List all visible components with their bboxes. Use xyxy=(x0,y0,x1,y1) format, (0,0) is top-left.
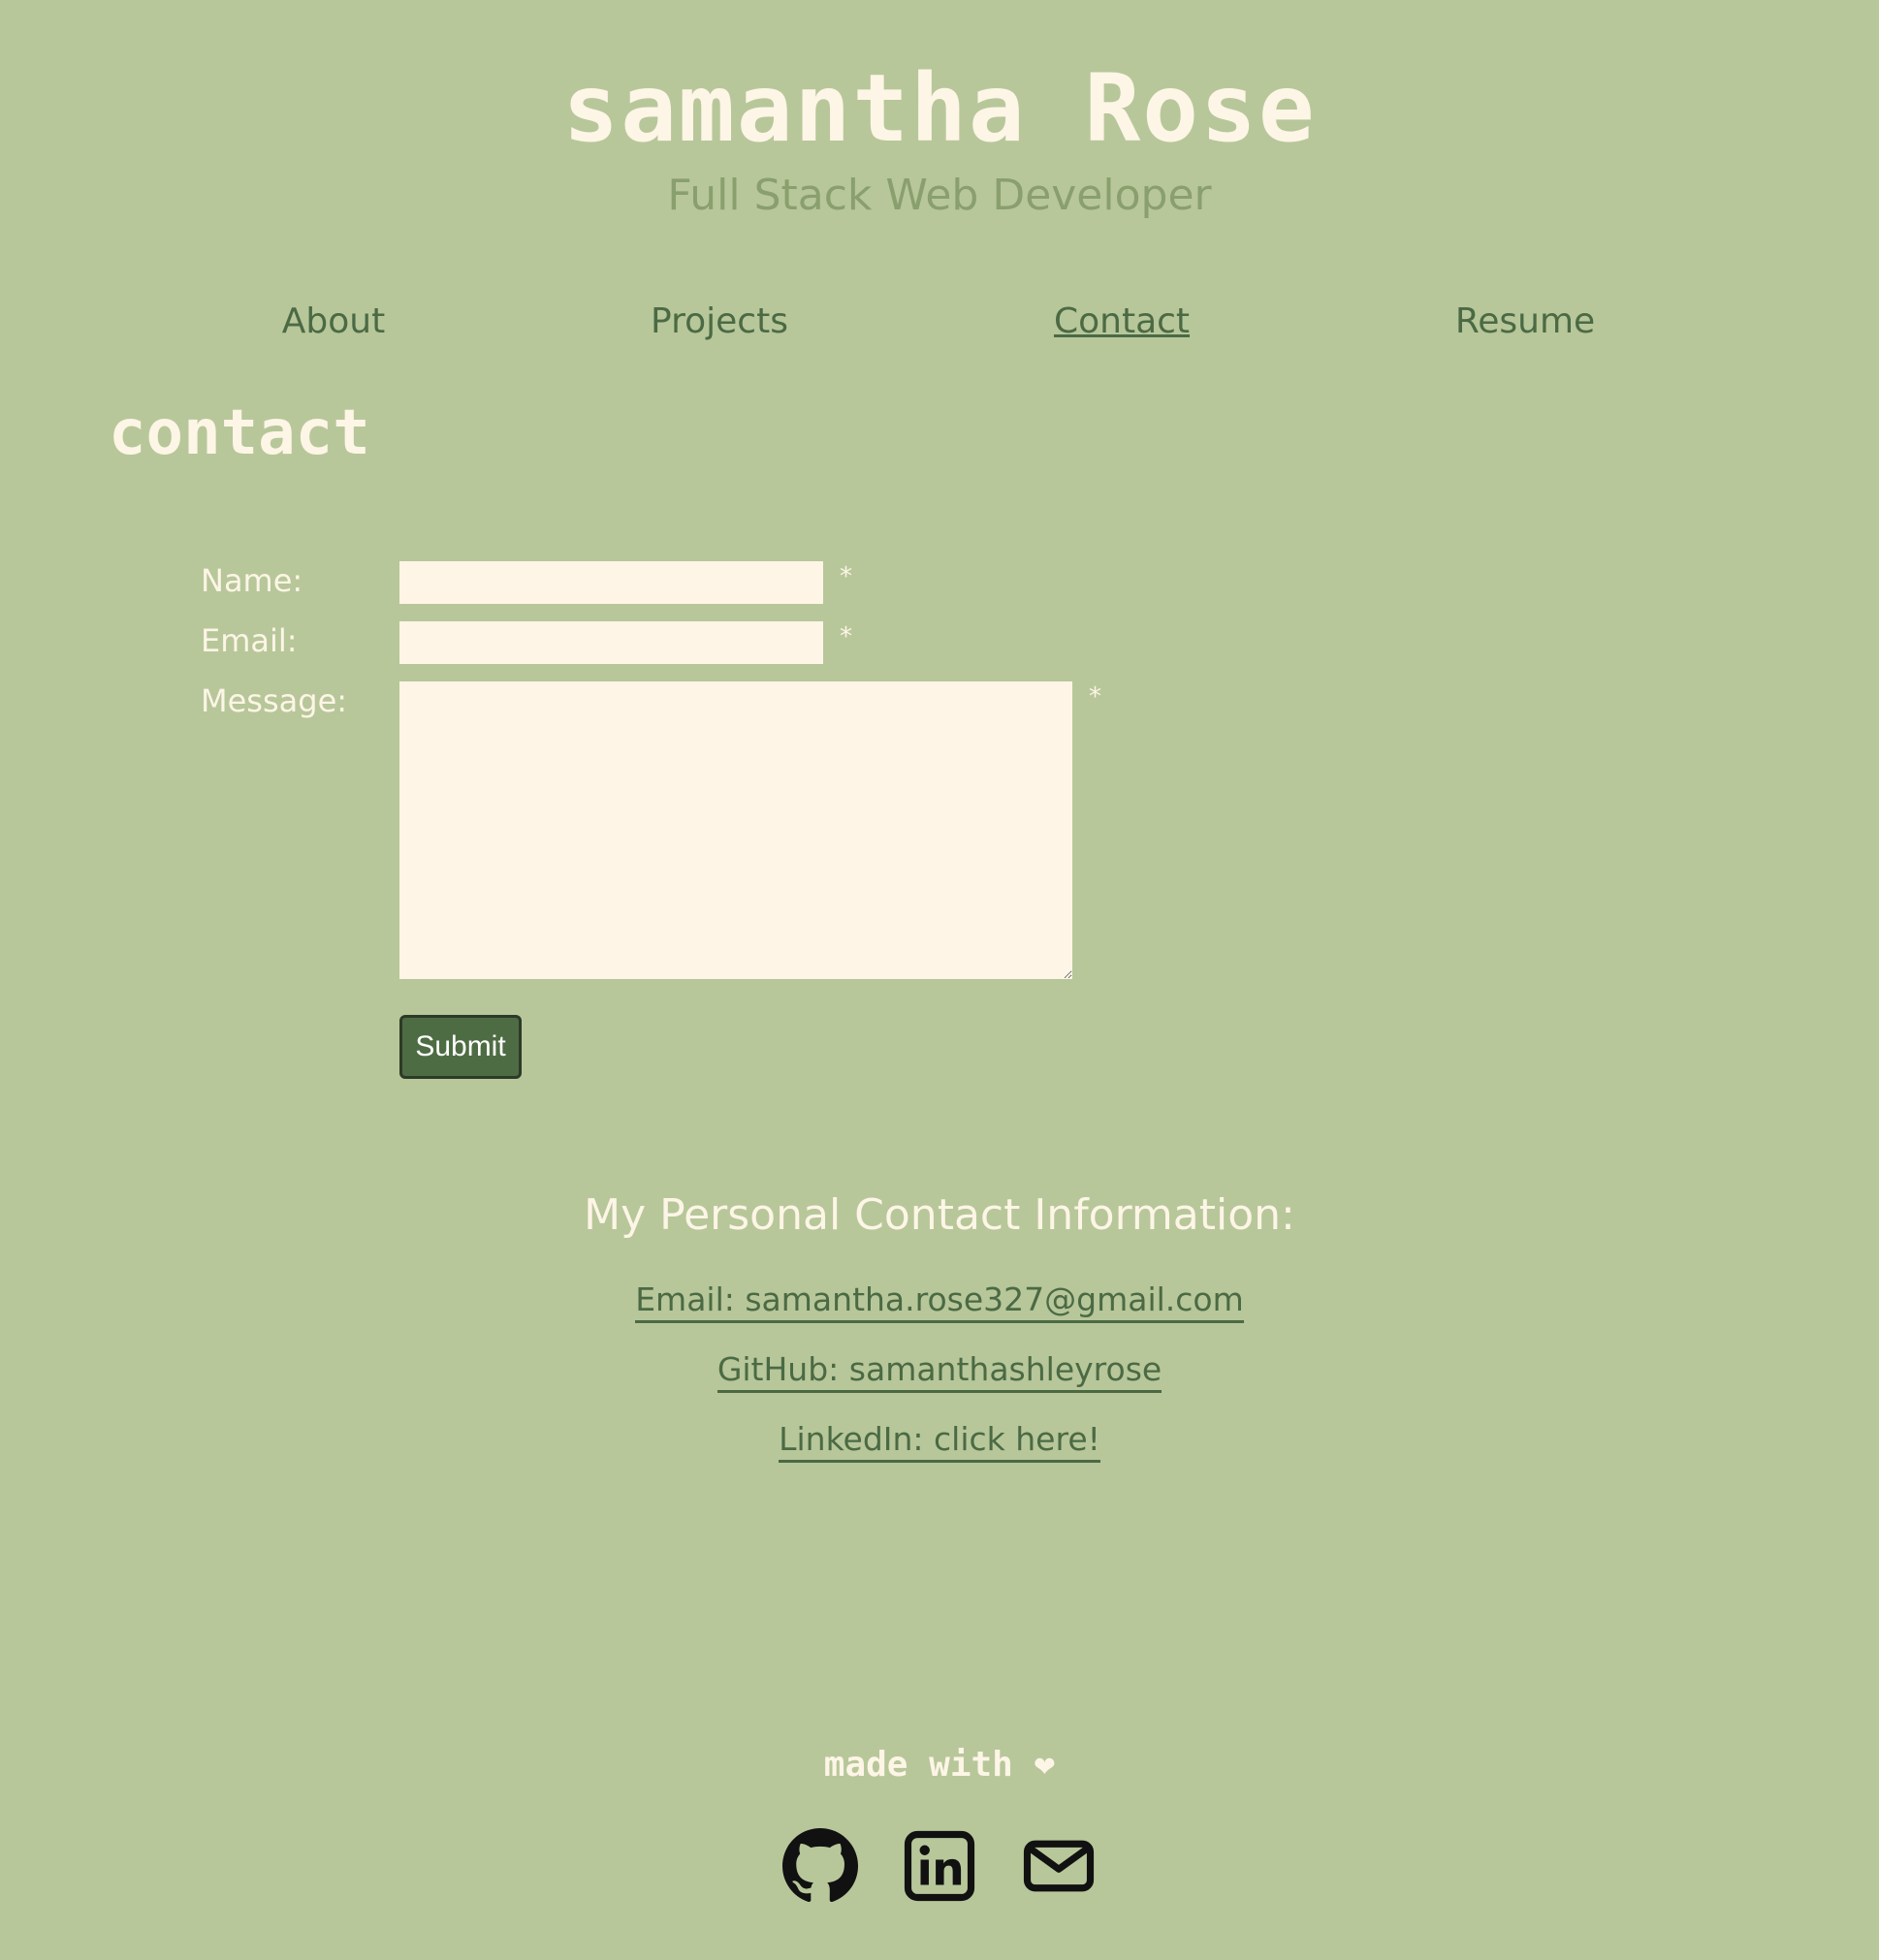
social-icons xyxy=(0,1828,1879,1904)
main-nav: About Projects Contact Resume xyxy=(0,296,1879,354)
section-heading: contact xyxy=(109,397,370,469)
github-icon[interactable] xyxy=(782,1828,858,1904)
email-label: Email: xyxy=(201,622,298,659)
contact-info-heading: My Personal Contact Information: xyxy=(584,1190,1295,1240)
site-title: samantha Rose xyxy=(562,54,1317,163)
nav-contact[interactable]: Contact xyxy=(1054,301,1190,341)
nav-resume[interactable]: Resume xyxy=(1455,301,1595,341)
name-required-mark: * xyxy=(840,562,852,591)
nav-projects[interactable]: Projects xyxy=(651,301,788,341)
linkedin-icon[interactable] xyxy=(902,1828,977,1904)
message-textarea[interactable] xyxy=(399,681,1072,979)
linkedin-link[interactable]: LinkedIn: click here! xyxy=(779,1420,1100,1463)
email-input[interactable] xyxy=(399,621,823,664)
message-label: Message: xyxy=(201,682,348,719)
made-with-text: made with ❤ xyxy=(823,1745,1056,1785)
mail-icon[interactable] xyxy=(1021,1828,1097,1904)
message-required-mark: * xyxy=(1089,682,1101,711)
site-header: samantha Rose Full Stack Web Developer xyxy=(0,0,1879,220)
site-subtitle: Full Stack Web Developer xyxy=(667,170,1212,220)
email-link[interactable]: Email: samantha.rose327@gmail.com xyxy=(635,1280,1244,1323)
nav-about[interactable]: About xyxy=(282,301,385,341)
name-input[interactable] xyxy=(399,561,823,604)
site-footer: made with ❤ xyxy=(0,1745,1879,1904)
submit-button[interactable]: Submit xyxy=(399,1015,522,1079)
contact-info-section: My Personal Contact Information: Email: … xyxy=(0,1190,1879,1490)
name-label: Name: xyxy=(201,562,303,599)
github-link[interactable]: GitHub: samanthashleyrose xyxy=(717,1350,1162,1393)
email-required-mark: * xyxy=(840,622,852,651)
